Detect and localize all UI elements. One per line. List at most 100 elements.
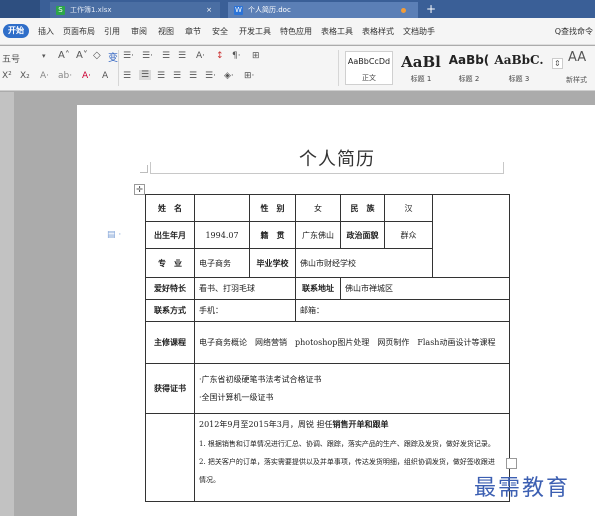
menu-doc-assistant[interactable]: 文档助手 (403, 26, 435, 37)
menu-view[interactable]: 视图 (158, 26, 174, 37)
value-major[interactable]: 电子商务 (194, 248, 250, 278)
new-tab-plus-icon[interactable]: + (426, 1, 436, 17)
new-style-icon[interactable]: AA (568, 50, 586, 65)
menu-special[interactable]: 特色应用 (280, 26, 312, 37)
menu-start-button[interactable]: 开始 (3, 24, 29, 38)
new-style-button[interactable]: 新样式 (566, 75, 587, 85)
paragraph-layout-icon[interactable]: ▤ · (107, 230, 121, 240)
superscript-button[interactable]: X² (2, 71, 12, 81)
label-birth: 出生年月 (145, 221, 195, 249)
borders-icon[interactable]: ⊞· (244, 71, 254, 81)
label-school: 毕业学校 (249, 248, 296, 278)
value-school[interactable]: 佛山市财经学校 (295, 248, 433, 278)
menu-review[interactable]: 审阅 (131, 26, 147, 37)
menu-bar: 开始 插入 页面布局 引用 审阅 视图 章节 安全 开发工具 特色应用 表格工具… (0, 18, 595, 45)
value-ethnicity[interactable]: 汉 (384, 194, 433, 222)
table-border-icon[interactable]: ⊞ (252, 51, 260, 61)
label-name: 姓 名 (145, 194, 195, 222)
show-marks-icon[interactable]: ¶· (232, 51, 241, 61)
menu-table-tools[interactable]: 表格工具 (321, 26, 353, 37)
table-move-handle-icon[interactable]: ✛ (134, 184, 145, 195)
align-right-icon[interactable]: ☰ (157, 71, 165, 81)
value-email[interactable]: 邮箱： (295, 299, 510, 322)
word-file-icon: W (234, 6, 243, 15)
justify-icon[interactable]: ☰ (173, 71, 181, 81)
style-heading-3[interactable]: AaBbC. 标题 3 (494, 51, 544, 85)
shading-icon[interactable]: ◈· (224, 71, 234, 81)
font-color-icon[interactable]: A· (82, 71, 91, 81)
title-right-tick (503, 162, 504, 174)
value-name[interactable] (194, 194, 250, 222)
photo-cell[interactable] (432, 194, 510, 278)
bullet-list-icon[interactable]: ☰· (123, 51, 134, 61)
home-tab[interactable] (0, 0, 40, 18)
style-heading-3-label: 标题 3 (508, 75, 530, 83)
document-title[interactable]: 个人简历 (267, 145, 407, 171)
style-heading-2[interactable]: AaBb( 标题 2 (446, 51, 492, 85)
value-birth[interactable]: 1994.07 (194, 221, 250, 249)
highlight-icon[interactable]: ab· (58, 71, 72, 81)
close-tab-icon[interactable]: × (206, 2, 212, 18)
table-resize-handle-icon[interactable] (506, 458, 517, 469)
decrease-indent-icon[interactable]: ☰ (162, 51, 170, 61)
experience-company: 周锐 担任 (297, 420, 333, 429)
style-heading-1[interactable]: AaBl 标题 1 (396, 51, 446, 85)
clear-format-icon[interactable]: ◇ (93, 50, 101, 61)
label-courses: 主修课程 (145, 321, 195, 364)
tab-resume-label: 个人简历.doc (248, 6, 291, 14)
label-gender: 性 别 (249, 194, 296, 222)
chinese-layout-icon[interactable]: A͏· (196, 51, 205, 61)
search-command-input[interactable]: Q查找命令 (555, 26, 593, 37)
excel-file-icon: S (56, 6, 65, 15)
line-spacing-icon[interactable]: ☰· (205, 71, 216, 81)
title-left-tick (150, 162, 151, 174)
phonetic-guide-icon[interactable]: 变 (108, 49, 118, 64)
label-hobbies: 爱好特长 (145, 277, 195, 300)
tab-resume-doc[interactable]: W 个人简历.doc (228, 2, 418, 18)
label-political: 政治面貌 (340, 221, 385, 249)
menu-security[interactable]: 安全 (212, 26, 228, 37)
sort-icon[interactable]: ↕ (216, 51, 224, 61)
shrink-font-button[interactable]: A˅ (76, 50, 88, 61)
menu-page-layout[interactable]: 页面布局 (63, 26, 95, 37)
style-normal[interactable]: AaBbCcDd 正文 (345, 51, 393, 85)
value-native-place[interactable]: 广东佛山 (295, 221, 341, 249)
experience-duty: 2. 把关客户的订单，落实需要提供以及并单事项，传达发货明细，组织协调发货，做好… (199, 458, 495, 466)
menu-table-style[interactable]: 表格样式 (362, 26, 394, 37)
value-hobbies[interactable]: 看书、打羽毛球 (194, 277, 296, 300)
menu-references[interactable]: 引用 (104, 26, 120, 37)
styles-scroll-icon[interactable]: ⇕ (552, 58, 563, 69)
style-heading-3-sample: AaBbC. (494, 53, 544, 67)
value-gender[interactable]: 女 (295, 194, 341, 222)
value-certificates[interactable]: ·广东省初级硬笔书法考试合格证书 ·全国计算机一级证书 (194, 363, 510, 414)
certificate-item: ·全国计算机一级证书 (199, 392, 274, 402)
label-ethnicity: 民 族 (340, 194, 385, 222)
font-size-select[interactable]: 五号 (2, 52, 20, 65)
value-experience[interactable]: 2012年9月至2015年3月，周锐 担任销售开单和跟单 1. 根据销售和订单情… (194, 413, 510, 502)
value-address[interactable]: 佛山市禅城区 (340, 277, 510, 300)
grow-font-button[interactable]: A˄ (58, 50, 70, 61)
subscript-button[interactable]: X₂ (20, 71, 30, 81)
menu-insert[interactable]: 插入 (38, 26, 54, 37)
certificate-item: ·广东省初级硬笔书法考试合格证书 (199, 374, 322, 384)
tab-workbook[interactable]: S 工作簿1.xlsx × (50, 2, 220, 18)
numbered-list-icon[interactable]: ☰· (142, 51, 153, 61)
font-size-dropdown-icon[interactable]: ▾ (42, 52, 46, 60)
experience-duty: 1. 根据销售和订单情况进行汇总、协调、跟踪，落实产品的生产、跟踪及发货，做好发… (199, 440, 495, 448)
label-contact: 联系方式 (145, 299, 195, 322)
style-normal-label: 正文 (362, 74, 376, 82)
menu-dev-tools[interactable]: 开发工具 (239, 26, 271, 37)
increase-indent-icon[interactable]: ☰ (178, 51, 186, 61)
char-shading-icon[interactable]: A (102, 71, 108, 81)
value-courses[interactable]: 电子商务概论 网络营销 photoshop图片处理 网页制作 Flash动画设计… (194, 321, 510, 364)
document-page: 个人简历 ✛ ▤ · 姓 名 性 别 女 民 族 汉 出生年月 1994.07 … (77, 105, 595, 516)
text-effect-icon[interactable]: A· (40, 71, 49, 81)
distributed-icon[interactable]: ☰ (189, 71, 197, 81)
align-center-icon[interactable]: ☰ (139, 70, 152, 80)
value-political[interactable]: 群众 (384, 221, 433, 249)
align-left-icon[interactable]: ☰ (123, 71, 131, 81)
label-major: 专 业 (145, 248, 195, 278)
value-phone[interactable]: 手机： (194, 299, 296, 322)
page-corner-marker (140, 165, 148, 173)
menu-chapter[interactable]: 章节 (185, 26, 201, 37)
